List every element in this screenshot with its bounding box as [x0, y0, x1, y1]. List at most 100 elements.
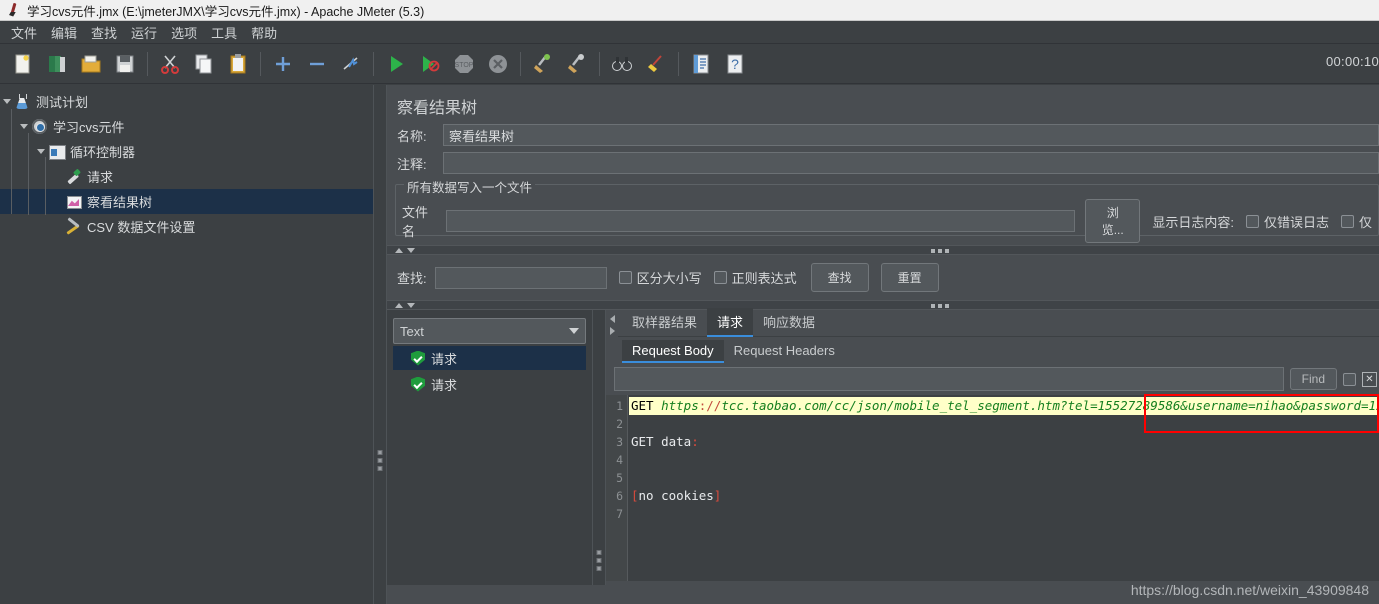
editor-find-button[interactable]: Find	[1289, 368, 1337, 390]
code-token: ://	[698, 398, 722, 413]
case-sensitive-checkbox[interactable]	[618, 271, 632, 284]
menu-item-edit[interactable]: 编辑	[44, 21, 84, 44]
clear-all-broom-icon[interactable]	[563, 50, 591, 78]
menu-item-file[interactable]: 文件	[4, 21, 44, 44]
chevron-down-icon[interactable]	[407, 303, 415, 308]
test-plan-tree: 测试计划 学习cvs元件 循环控制器 请求 察看结果树 CSV 数据文件设置	[0, 85, 373, 604]
tree-node-thread-group[interactable]: 学习cvs元件	[0, 114, 373, 139]
request-body-editor[interactable]: 1 2 3 4 5 6 7 GET https://tcc.taobao.com…	[606, 395, 1379, 581]
subtab-request-body[interactable]: Request Body	[622, 340, 724, 363]
chevron-left-icon[interactable]	[609, 315, 615, 323]
save-icon[interactable]	[111, 50, 139, 78]
toggle-enable-icon[interactable]	[337, 50, 365, 78]
function-helper-icon[interactable]	[687, 50, 715, 78]
filename-input[interactable]	[446, 210, 1076, 232]
tab-scroll-arrows[interactable]	[606, 310, 618, 363]
main-vertical-splitter[interactable]	[373, 85, 387, 604]
success-shield-icon	[411, 350, 425, 366]
paste-clipboard-icon[interactable]	[224, 50, 252, 78]
close-x-icon[interactable]: ✕	[1362, 371, 1377, 387]
successes-only-label: 仅	[1359, 214, 1373, 230]
open-templates-icon[interactable]	[43, 50, 71, 78]
menu-item-search[interactable]: 查找	[84, 21, 124, 44]
clear-broom-icon[interactable]	[529, 50, 557, 78]
line-number: 3	[616, 435, 623, 449]
tree-node-test-plan[interactable]: 测试计划	[0, 89, 373, 114]
tree-node-loop-controller[interactable]: 循环控制器	[0, 139, 373, 164]
cut-scissors-icon[interactable]	[156, 50, 184, 78]
regex-checkbox[interactable]	[713, 271, 727, 284]
editor-find-bar: Find ✕	[606, 363, 1379, 395]
menu-item-run[interactable]: 运行	[124, 21, 164, 44]
name-input[interactable]	[443, 124, 1379, 146]
chevron-up-icon[interactable]	[395, 303, 403, 308]
line-number: 6	[616, 489, 623, 503]
toolbar-separator	[260, 51, 261, 76]
menu-item-help[interactable]: 帮助	[244, 21, 284, 44]
jmeter-window: 学习cvs元件.jmx (E:\jmeterJMX\学习cvs元件.jmx) -…	[0, 0, 1379, 604]
collapse-minus-icon[interactable]	[303, 50, 331, 78]
editor-find-input[interactable]	[614, 367, 1284, 391]
browse-button[interactable]: 浏览...	[1085, 199, 1141, 243]
search-reset-button[interactable]: 重置	[880, 263, 939, 292]
stop-icon[interactable]: STOP	[450, 50, 478, 78]
open-folder-icon[interactable]	[77, 50, 105, 78]
lower-horizontal-splitter[interactable]	[387, 300, 1379, 310]
view-results-tree-panel: 察看结果树 名称: 注释: 所有数据写入一个文件 文件名 浏览... 显示日志内…	[387, 85, 1379, 604]
toolbar-separator	[520, 51, 521, 76]
new-document-icon[interactable]	[9, 50, 37, 78]
chevron-down-icon[interactable]	[569, 328, 579, 334]
write-all-data-group: 所有数据写入一个文件 文件名 浏览... 显示日志内容: 仅错误日志 仅	[395, 177, 1379, 243]
editor-find-case-checkbox[interactable]	[1343, 372, 1356, 386]
tree-node-view-results-tree[interactable]: 察看结果树	[0, 189, 373, 214]
start-no-timers-icon[interactable]	[416, 50, 444, 78]
copy-icon[interactable]	[190, 50, 218, 78]
expand-plus-icon[interactable]	[269, 50, 297, 78]
splitter-collapse-arrows[interactable]	[395, 303, 415, 308]
toolbar: STOP ? 00:00:10	[0, 44, 1379, 84]
tab-response-data[interactable]: 响应数据	[753, 308, 825, 336]
code-token: ]	[713, 488, 722, 503]
tab-sampler-result[interactable]: 取样器结果	[622, 308, 707, 336]
shutdown-icon[interactable]	[484, 50, 512, 78]
line-number: 7	[616, 507, 623, 521]
upper-horizontal-splitter[interactable]	[387, 245, 1379, 255]
regex-checkbox-wrap[interactable]: 正则表达式	[713, 268, 797, 287]
request-subtabs: Request Body Request Headers	[618, 337, 1379, 363]
search-find-button[interactable]: 查找	[810, 263, 869, 292]
errors-only-checkbox-wrap[interactable]: 仅错误日志	[1245, 212, 1329, 231]
splitter-grip[interactable]	[931, 249, 949, 253]
chevron-right-icon[interactable]	[609, 327, 615, 335]
errors-only-checkbox[interactable]	[1245, 214, 1259, 228]
chevron-down-icon[interactable]	[407, 248, 415, 253]
result-list-panel: Text 请求 请求	[387, 310, 592, 585]
name-label: 名称:	[397, 128, 427, 144]
renderer-select[interactable]: Text	[393, 318, 586, 344]
start-play-icon[interactable]	[382, 50, 410, 78]
svg-text:STOP: STOP	[455, 62, 474, 69]
subtab-request-headers[interactable]: Request Headers	[724, 340, 845, 363]
search-input[interactable]	[434, 266, 607, 289]
comment-input[interactable]	[443, 152, 1379, 174]
search-binoculars-icon[interactable]	[608, 50, 636, 78]
splitter-grip[interactable]	[931, 304, 949, 308]
reset-search-icon[interactable]	[642, 50, 670, 78]
menu-item-tools[interactable]: 工具	[204, 21, 244, 44]
case-sensitive-checkbox-wrap[interactable]: 区分大小写	[618, 268, 702, 287]
splitter-collapse-arrows[interactable]	[395, 248, 415, 253]
chevron-up-icon[interactable]	[395, 248, 403, 253]
result-list-item[interactable]: 请求	[393, 372, 586, 396]
help-question-icon[interactable]: ?	[721, 50, 749, 78]
successes-only-checkbox-wrap[interactable]: 仅	[1341, 212, 1372, 231]
tree-node-request[interactable]: 请求	[0, 164, 373, 189]
line-number: 1	[616, 399, 623, 413]
tab-request[interactable]: 请求	[707, 308, 754, 337]
code-token-credentials: &username=nihao&password=123456	[1180, 398, 1379, 413]
splitter-grip[interactable]	[596, 550, 602, 571]
successes-only-checkbox[interactable]	[1341, 214, 1354, 228]
splitter-grip[interactable]	[377, 450, 383, 471]
tree-node-csv-data-set[interactable]: CSV 数据文件设置	[0, 214, 373, 239]
menu-item-options[interactable]: 选项	[164, 21, 204, 44]
results-vertical-splitter[interactable]	[592, 310, 606, 585]
result-list-item[interactable]: 请求	[393, 346, 586, 370]
